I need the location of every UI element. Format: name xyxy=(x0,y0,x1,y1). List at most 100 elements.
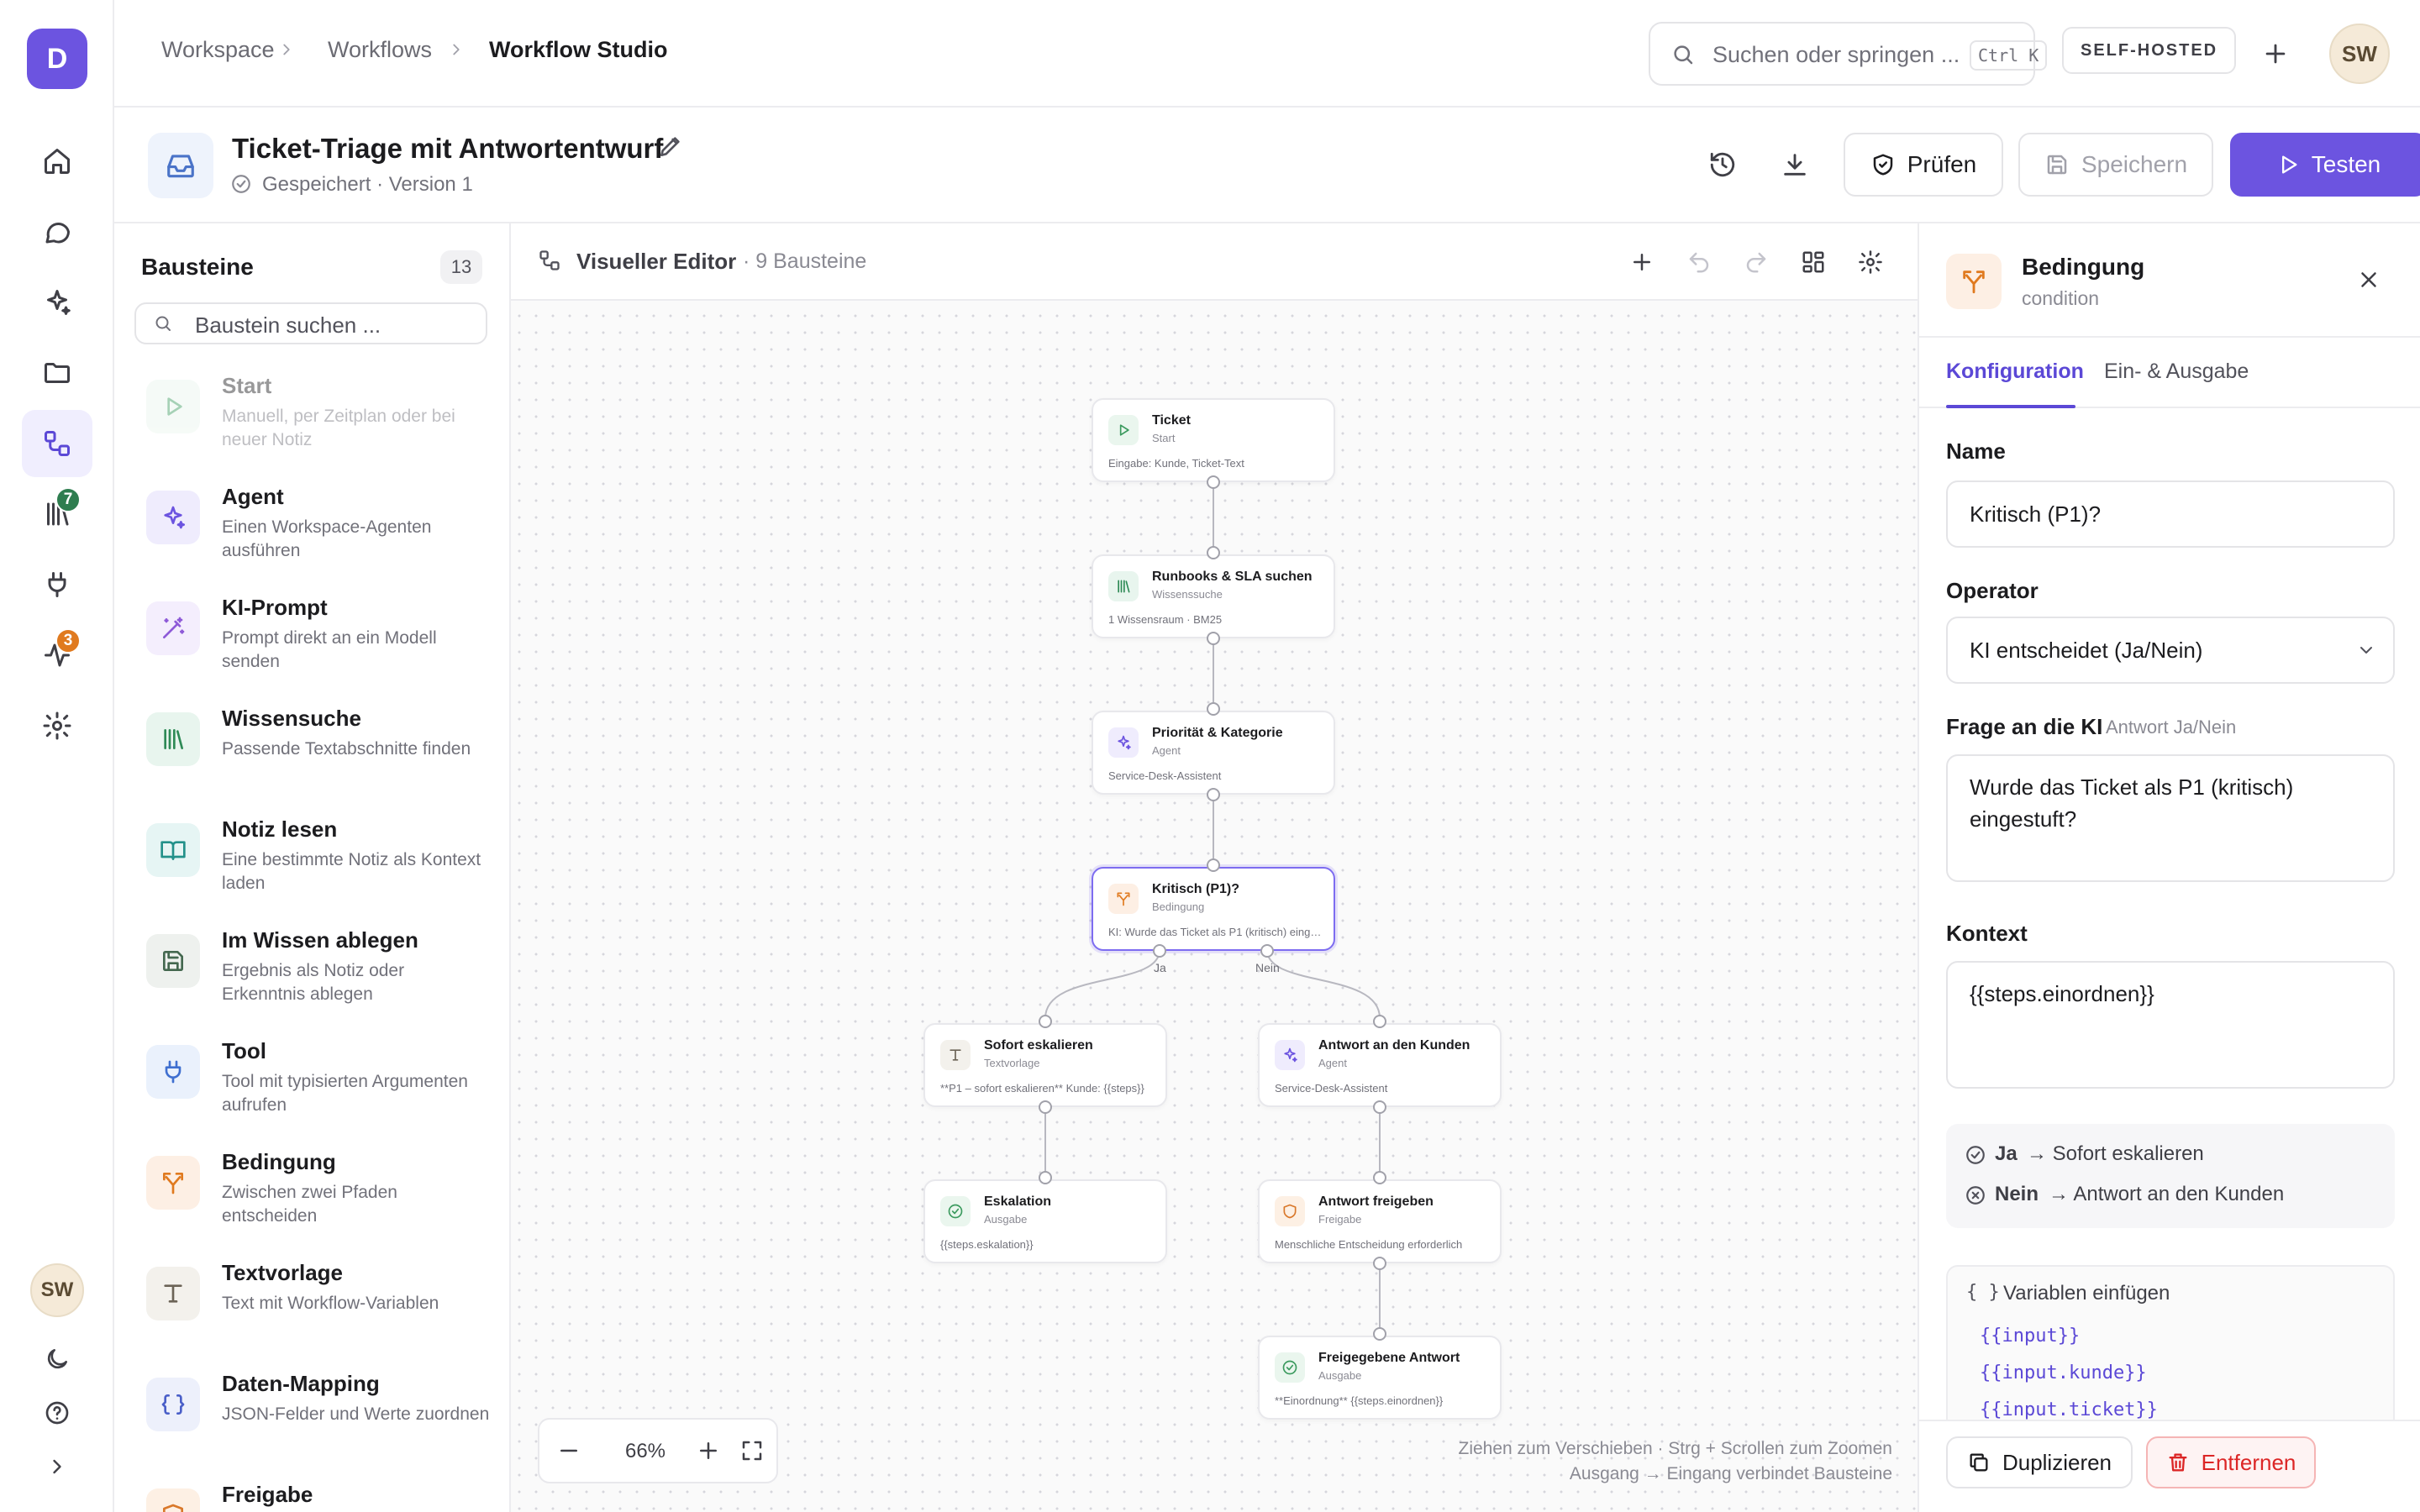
shield-icon xyxy=(146,1488,200,1512)
block-item[interactable]: Bedingung Zwischen zwei Pfaden entscheide… xyxy=(146,1149,499,1250)
variable-item[interactable]: {{input.ticket}} xyxy=(1980,1399,2158,1420)
breadcrumb-chevron-icon xyxy=(277,40,296,59)
block-item[interactable]: Textvorlage Text mit Workflow-Variablen xyxy=(146,1260,499,1361)
duplicate-button[interactable]: Duplizieren xyxy=(1946,1436,2133,1488)
fit-view-button[interactable] xyxy=(739,1438,765,1463)
workflow-node[interactable]: Antwort an den Kunden Agent Service-Desk-A… xyxy=(1258,1023,1502,1107)
operator-select[interactable]: KI entscheidet (Ja/Nein) xyxy=(1946,617,2395,684)
rail-files[interactable] xyxy=(22,339,92,407)
save-button[interactable]: Speichern xyxy=(2018,133,2213,197)
remove-button[interactable]: Entfernen xyxy=(2146,1436,2316,1488)
name-field[interactable]: Kritisch (P1)? xyxy=(1946,480,2395,548)
zoom-out-button[interactable] xyxy=(556,1438,581,1463)
workflow-node[interactable]: Freigegebene Antwort Ausgabe **Einordnung*… xyxy=(1258,1336,1502,1420)
tab-input-output[interactable]: Ein- & Ausgabe xyxy=(2104,360,2249,384)
global-search[interactable]: Suchen oder springen ... Ctrl K xyxy=(1649,22,2048,86)
node-type: Textvorlage xyxy=(984,1057,1040,1069)
export-button[interactable] xyxy=(1770,139,1820,190)
context-textarea[interactable]: {{steps.einordnen}} xyxy=(1946,961,2395,1089)
undo-icon xyxy=(1686,249,1712,275)
node-title: Antwort freigeben xyxy=(1318,1194,1434,1209)
input-port[interactable] xyxy=(1373,1171,1386,1184)
block-item-desc: Ergebnis als Notiz oder Erkenntnis ableg… xyxy=(222,961,405,1004)
input-port[interactable] xyxy=(1207,858,1220,872)
zoom-in-button[interactable] xyxy=(696,1438,721,1463)
variable-item[interactable]: {{input.kunde}} xyxy=(1980,1362,2147,1383)
inspector-block-icon xyxy=(1946,254,2002,309)
route-yes-label: Ja xyxy=(1995,1142,2018,1165)
expand-rail-button[interactable] xyxy=(22,1433,92,1500)
output-port[interactable] xyxy=(1373,1100,1386,1114)
user-avatar[interactable]: SW xyxy=(30,1263,84,1317)
block-item[interactable]: Tool Tool mit typisierten Argumenten aufr… xyxy=(146,1038,499,1139)
input-port[interactable] xyxy=(1039,1015,1052,1028)
workflow-node[interactable]: Antwort freigeben Freigabe Menschliche Ent… xyxy=(1258,1179,1502,1263)
workflow-node[interactable]: Priorität & Kategorie Agent Service-Desk-A… xyxy=(1092,711,1335,795)
history-button[interactable] xyxy=(1697,139,1748,190)
block-item[interactable]: FreigabePausieren, prüfen, xyxy=(146,1482,499,1512)
question-textarea[interactable]: Wurde das Ticket als P1 (kritisch) einge… xyxy=(1946,754,2395,882)
block-item[interactable]: Wissensuche Passende Textabschnitte finde… xyxy=(146,706,499,806)
route-summary: Ja → Sofort eskalieren Nein → Antwort an… xyxy=(1946,1124,2395,1228)
help-icon xyxy=(44,1399,71,1426)
workflow-node[interactable]: Sofort eskalieren Textvorlage **P1 – sofor… xyxy=(923,1023,1167,1107)
node-title: Priorität & Kategorie xyxy=(1152,726,1283,740)
output-port[interactable] xyxy=(1207,475,1220,489)
rail-knowledge[interactable]: 7 xyxy=(22,480,92,548)
output-port[interactable] xyxy=(1373,1257,1386,1270)
input-port[interactable] xyxy=(1039,1171,1052,1184)
rail-settings[interactable] xyxy=(22,692,92,759)
auto-layout-button[interactable] xyxy=(1788,237,1839,287)
output-port-no[interactable] xyxy=(1260,944,1274,958)
block-item[interactable]: Im Wissen ablegen Ergebnis als Notiz oder… xyxy=(146,927,499,1028)
plus-icon xyxy=(1629,249,1655,275)
workspace-logo[interactable]: D xyxy=(27,29,87,89)
block-item[interactable]: Agent Einen Workspace-Agenten ausführen xyxy=(146,484,499,585)
rail-workflows[interactable] xyxy=(22,410,92,477)
output-port[interactable] xyxy=(1207,632,1220,645)
canvas-settings-button[interactable] xyxy=(1845,237,1896,287)
editor-block-count: · 9 Bausteine xyxy=(743,249,867,273)
rail-activity[interactable]: 3 xyxy=(22,622,92,689)
save-button-label: Speichern xyxy=(2081,151,2188,177)
input-port[interactable] xyxy=(1373,1327,1386,1341)
edit-title-button[interactable] xyxy=(657,133,684,160)
output-port-yes[interactable] xyxy=(1153,944,1166,958)
output-port[interactable] xyxy=(1039,1100,1052,1114)
block-item[interactable]: Start Manuell, per Zeitplan oder bei neue… xyxy=(146,373,499,474)
add-block-button[interactable] xyxy=(1617,237,1667,287)
redo-button[interactable] xyxy=(1731,237,1781,287)
check-button[interactable]: Prüfen xyxy=(1844,133,2003,197)
rail-agents[interactable] xyxy=(22,269,92,336)
block-item[interactable]: Daten-Mapping JSON-Felder und Werte zuord… xyxy=(146,1371,499,1472)
canvas-hints: Ziehen zum Verschieben · Strg + Scrollen… xyxy=(1459,1436,1893,1487)
workflow-canvas[interactable]: Visueller Editor · 9 Bausteine Ticket St… xyxy=(511,223,1918,1512)
rail-chat[interactable] xyxy=(22,198,92,265)
node-type: Freigabe xyxy=(1318,1213,1362,1226)
input-port[interactable] xyxy=(1373,1015,1386,1028)
rail-integrations[interactable] xyxy=(22,551,92,618)
workflow-node[interactable]: Ticket Start Eingabe: Kunde, Ticket-Text xyxy=(1092,398,1335,482)
profile-avatar[interactable]: SW xyxy=(2329,24,2390,84)
search-shortcut: Ctrl K xyxy=(1970,40,2048,71)
workflow-node[interactable]: Eskalation Ausgabe {{steps.eskalation}} xyxy=(923,1179,1167,1263)
block-item[interactable]: Notiz lesen Eine bestimmte Notiz als Kont… xyxy=(146,816,499,917)
variable-item[interactable]: {{input}} xyxy=(1980,1326,2080,1347)
breadcrumb-workspace[interactable]: Workspace xyxy=(161,37,275,63)
undo-button[interactable] xyxy=(1674,237,1724,287)
canvas-toolbar: Visueller Editor · 9 Bausteine xyxy=(511,223,1918,301)
breadcrumb-workflows[interactable]: Workflows xyxy=(328,37,432,63)
blocks-count-badge: 13 xyxy=(440,250,482,284)
rail-home[interactable] xyxy=(22,128,92,195)
block-item[interactable]: KI-Prompt Prompt direkt an ein Modell sen… xyxy=(146,595,499,696)
input-port[interactable] xyxy=(1207,546,1220,559)
test-button[interactable]: Testen xyxy=(2230,133,2420,197)
new-button[interactable] xyxy=(2250,29,2301,79)
workflow-node[interactable]: Runbooks & SLA suchen Wissenssuche 1 Wisse… xyxy=(1092,554,1335,638)
output-port[interactable] xyxy=(1207,788,1220,801)
block-search-input[interactable]: Baustein suchen ... xyxy=(134,302,487,344)
workflow-node[interactable]: Kritisch (P1)? Bedingung KI: Wurde das Tic… xyxy=(1092,867,1335,951)
tab-configuration[interactable]: Konfiguration xyxy=(1946,360,2084,384)
input-port[interactable] xyxy=(1207,702,1220,716)
close-inspector-button[interactable] xyxy=(2356,267,2381,292)
